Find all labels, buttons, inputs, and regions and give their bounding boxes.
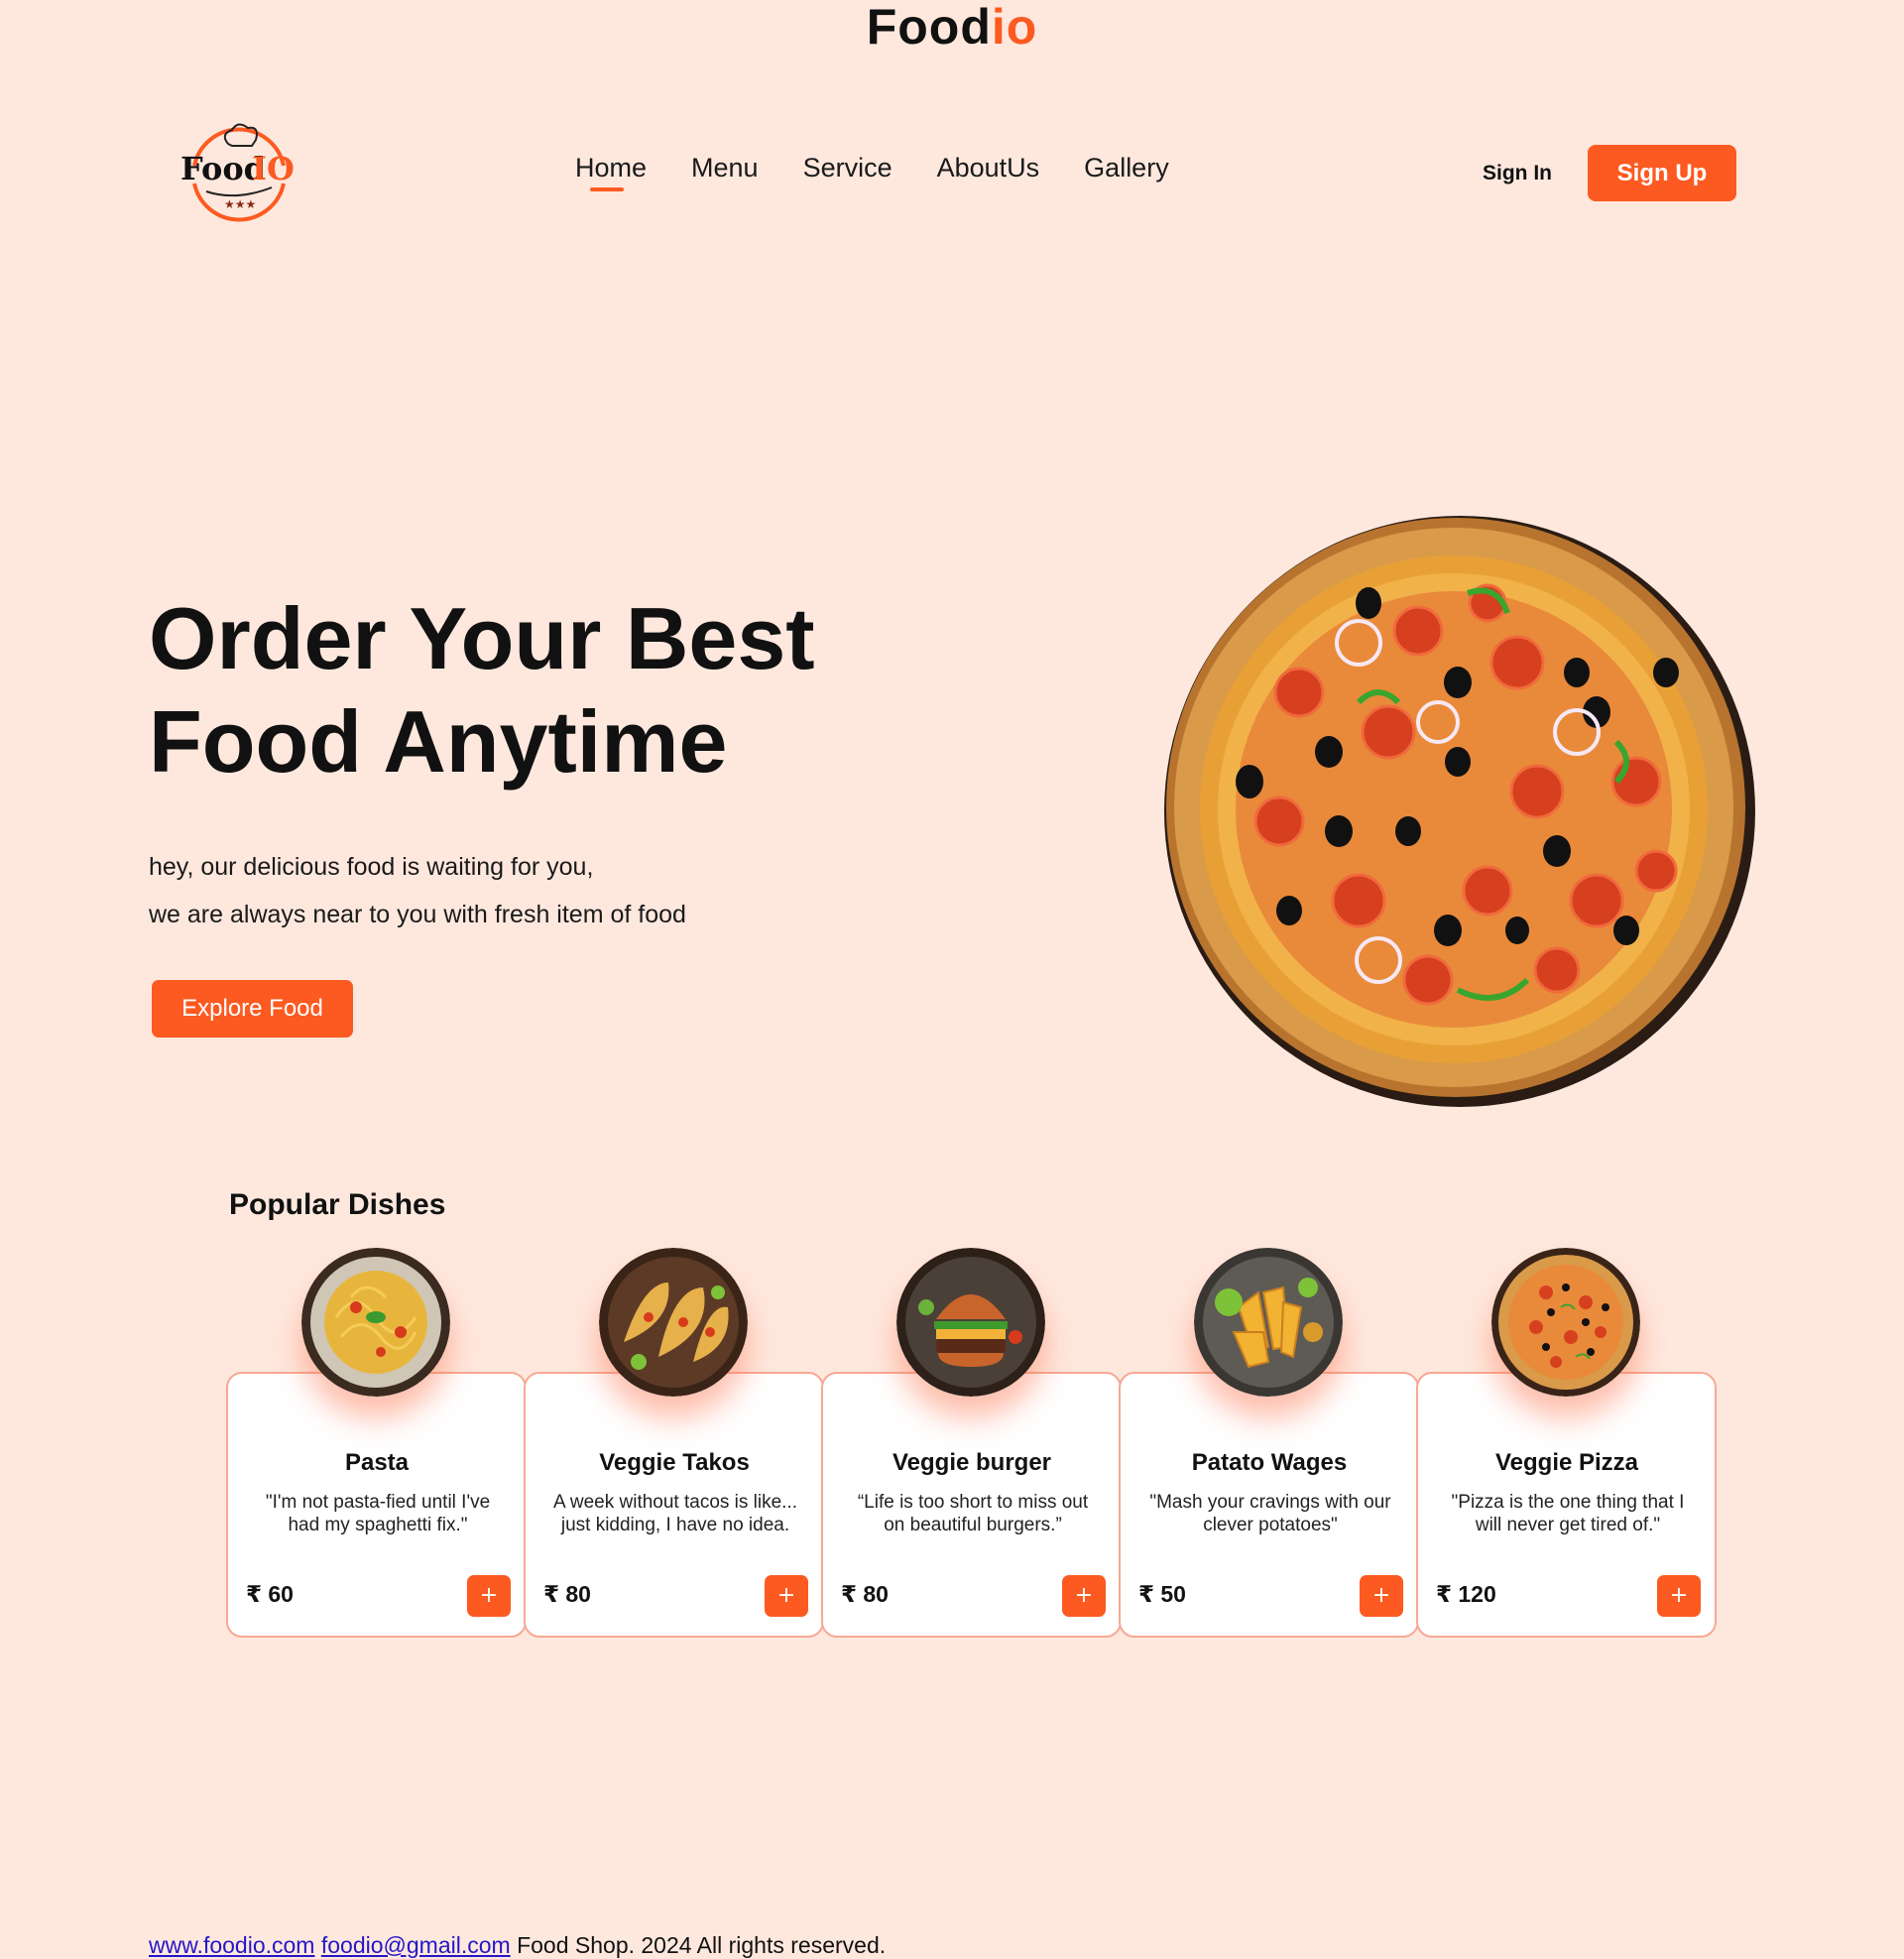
site-title: Foodio	[0, 0, 1904, 54]
nav-item-menu[interactable]: Menu	[691, 153, 759, 184]
dish-name: Veggie burger	[892, 1449, 1052, 1476]
potato-wedges-image	[1194, 1248, 1343, 1397]
dish-card-veggie-burger: Veggie burger “Life is too short to miss…	[821, 1248, 1122, 1638]
main-nav: Home Menu Service AboutUs Gallery	[575, 153, 1169, 191]
dish-price: ₹ 50	[1138, 1581, 1186, 1607]
dish-card-pasta: Pasta "I'm not pasta-fied until I've had…	[226, 1248, 527, 1638]
dish-name: Veggie Takos	[599, 1449, 750, 1476]
dish-name: Patato Wages	[1191, 1449, 1348, 1476]
hero-sub-line1: hey, our delicious food is waiting for y…	[149, 853, 594, 881]
footer: www.foodio.com foodio@gmail.com Food Sho…	[149, 1932, 886, 1959]
add-to-cart-button[interactable]: +	[1657, 1575, 1701, 1617]
dish-list: Pasta "I'm not pasta-fied until I've had…	[226, 1248, 1717, 1638]
nav-item-gallery[interactable]: Gallery	[1084, 153, 1169, 184]
dish-card-body: Veggie Takos A week without tacos is lik…	[524, 1372, 824, 1638]
svg-text:★★★: ★★★	[224, 197, 256, 211]
dish-description: "Pizza is the one thing that I will neve…	[1451, 1492, 1685, 1535]
dish-card-body: Veggie burger “Life is too short to miss…	[821, 1372, 1122, 1638]
dish-card-body: Veggie Pizza "Pizza is the one thing tha…	[1416, 1372, 1717, 1638]
nav-item-service[interactable]: Service	[803, 153, 892, 184]
site-title-prefix: Food	[866, 0, 992, 55]
sign-up-button[interactable]: Sign Up	[1588, 145, 1736, 201]
dish-card-veggie-takos: Veggie Takos A week without tacos is lik…	[524, 1248, 824, 1638]
footer-website-link[interactable]: www.foodio.com	[149, 1932, 314, 1958]
hero-pizza-image	[1164, 516, 1755, 1107]
footer-email-link[interactable]: foodio@gmail.com	[321, 1932, 511, 1958]
logo-suffix: IO	[252, 150, 295, 187]
dish-description: A week without tacos is like... just kid…	[552, 1492, 798, 1535]
dish-price: ₹ 80	[841, 1581, 889, 1607]
add-to-cart-button[interactable]: +	[1062, 1575, 1106, 1617]
hero-subtitle: hey, our delicious food is waiting for y…	[149, 843, 686, 938]
dish-card-patato-wages: Patato Wages "Mash your cravings with ou…	[1119, 1248, 1419, 1638]
hero-title: Order Your Best Food Anytime	[149, 587, 942, 794]
add-to-cart-button[interactable]: +	[467, 1575, 511, 1617]
dish-price: ₹ 60	[246, 1581, 294, 1607]
dish-price: ₹ 120	[1436, 1581, 1496, 1607]
tacos-image	[599, 1248, 748, 1397]
pasta-image	[301, 1248, 450, 1397]
dish-card-veggie-pizza: Veggie Pizza "Pizza is the one thing tha…	[1416, 1248, 1717, 1638]
dish-description: "Mash your cravings with our clever pota…	[1149, 1492, 1391, 1535]
add-to-cart-button[interactable]: +	[1360, 1575, 1403, 1617]
footer-copyright: Food Shop. 2024 All rights reserved.	[517, 1932, 887, 1958]
dish-name: Veggie Pizza	[1494, 1449, 1639, 1476]
explore-food-button[interactable]: Explore Food	[152, 980, 353, 1038]
site-title-suffix: io	[991, 0, 1038, 55]
hero-title-line1: Order Your Best	[149, 589, 815, 687]
add-to-cart-button[interactable]: +	[765, 1575, 808, 1617]
hero-sub-line2: we are always near to you with fresh ite…	[149, 901, 686, 928]
dish-description: “Life is too short to miss out on beauti…	[857, 1492, 1089, 1535]
sign-in-link[interactable]: Sign In	[1483, 162, 1552, 185]
foodio-logo[interactable]: Food IO ★★★	[177, 114, 301, 231]
hero-title-line2: Food Anytime	[149, 692, 728, 791]
dish-price: ₹ 80	[543, 1581, 591, 1607]
dish-card-body: Pasta "I'm not pasta-fied until I've had…	[226, 1372, 527, 1638]
dish-card-body: Patato Wages "Mash your cravings with ou…	[1119, 1372, 1419, 1638]
nav-item-aboutus[interactable]: AboutUs	[937, 153, 1040, 184]
pizza-image	[1491, 1248, 1640, 1397]
dish-name: Pasta	[344, 1449, 410, 1476]
burger-image	[896, 1248, 1045, 1397]
nav-item-home[interactable]: Home	[575, 153, 647, 191]
dish-description: "I'm not pasta-fied until I've had my sp…	[265, 1492, 491, 1535]
popular-dishes-title: Popular Dishes	[229, 1188, 446, 1221]
